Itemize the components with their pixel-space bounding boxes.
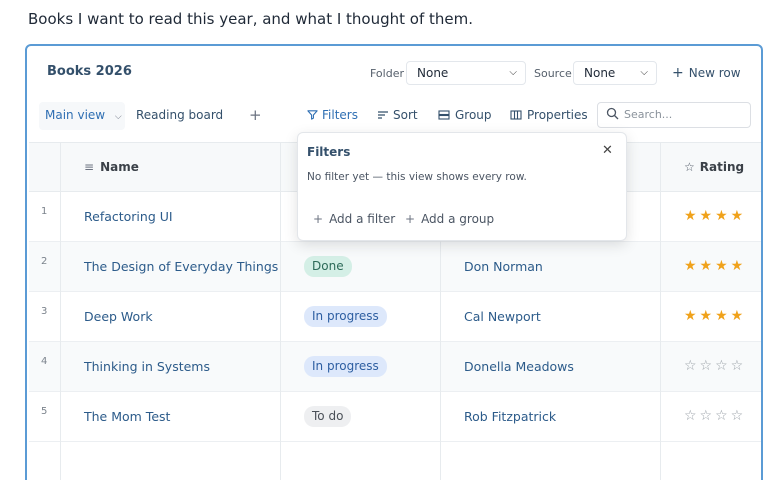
source-value: None	[584, 66, 616, 80]
table-row[interactable]: 2 The Design of Everyday Things Done Don…	[29, 242, 761, 292]
rating-stars[interactable]: ★★★★	[684, 208, 746, 224]
row-number: 2	[41, 256, 48, 267]
search-input[interactable]: Search...	[597, 102, 751, 128]
page-intro-text: Books I want to read this year, and what…	[28, 10, 474, 28]
add-group-label: Add a group	[421, 212, 495, 226]
column-rating-label: Rating	[699, 160, 745, 174]
text-property-icon: ≡	[84, 160, 95, 174]
search-icon	[606, 107, 619, 120]
book-author[interactable]: Don Norman	[464, 259, 543, 274]
filters-button[interactable]: Filters	[307, 108, 358, 122]
book-name[interactable]: The Design of Everyday Things	[84, 259, 278, 274]
folder-label: Folder	[370, 67, 404, 80]
group-button[interactable]: Group	[438, 108, 492, 122]
status-badge[interactable]: In progress	[304, 356, 387, 377]
column-header-name[interactable]: ≡ Name	[84, 160, 139, 174]
folder-select[interactable]: None ⌵	[406, 61, 526, 85]
source-select[interactable]: None ⌵	[573, 61, 657, 85]
book-name[interactable]: Deep Work	[84, 309, 153, 324]
sort-button[interactable]: Sort	[377, 108, 418, 122]
add-filter-label: Add a filter	[329, 212, 396, 226]
column-name-label: Name	[100, 160, 139, 174]
tab-main-view-label: Main view	[45, 108, 106, 122]
plus-icon: +	[405, 212, 416, 226]
plus-icon: +	[313, 212, 324, 226]
chevron-down-icon: ⌵	[640, 67, 648, 78]
column-divider	[280, 142, 281, 480]
group-label: Group	[455, 108, 492, 122]
book-author[interactable]: Donella Meadows	[464, 359, 574, 374]
view-toolbar: Main view ⌵ Reading board + Filters Sort…	[27, 98, 761, 134]
filters-label: Filters	[322, 108, 358, 122]
star-filled-icon: ★★★★	[684, 258, 747, 274]
row-number: 3	[41, 306, 48, 317]
group-icon	[438, 110, 450, 120]
book-name[interactable]: The Mom Test	[84, 409, 170, 424]
column-divider	[660, 142, 661, 480]
source-label: Source	[534, 67, 572, 80]
new-row-button[interactable]: + New row	[672, 65, 741, 81]
star-filled-icon: ★★★★	[684, 308, 747, 324]
status-badge[interactable]: Done	[304, 256, 352, 277]
tab-main-view[interactable]: Main view ⌵	[45, 108, 122, 122]
database-header: Books 2026 Folder None ⌵ Source None ⌵ +…	[27, 46, 761, 98]
properties-label: Properties	[527, 108, 588, 122]
columns-icon	[510, 110, 522, 120]
sort-label: Sort	[393, 108, 418, 122]
filters-popover-title: Filters	[307, 145, 351, 159]
column-divider	[60, 142, 61, 480]
table-row[interactable]: 3 Deep Work In progress Cal Newport ★★★★	[29, 292, 761, 342]
properties-button[interactable]: Properties	[510, 108, 588, 122]
sort-icon	[378, 111, 388, 119]
close-icon[interactable]: ✕	[602, 143, 613, 158]
rating-stars[interactable]: ☆☆☆☆	[684, 358, 746, 374]
add-group-button[interactable]: + Add a group	[405, 212, 494, 226]
empty-table-row[interactable]	[29, 442, 761, 480]
search-placeholder: Search...	[624, 108, 673, 121]
row-number: 5	[41, 406, 48, 417]
tab-reading-board[interactable]: Reading board	[136, 108, 223, 122]
new-row-label: New row	[688, 66, 741, 80]
add-view-button[interactable]: +	[249, 106, 262, 124]
filter-icon	[307, 110, 318, 120]
status-badge[interactable]: In progress	[304, 306, 387, 327]
table-row[interactable]: 4 Thinking in Systems In progress Donell…	[29, 342, 761, 392]
book-author[interactable]: Rob Fitzpatrick	[464, 409, 556, 424]
rating-stars[interactable]: ☆☆☆☆	[684, 408, 746, 424]
star-filled-icon: ★★★★	[684, 208, 747, 224]
filters-popover-description: No filter yet — this view shows every ro…	[307, 171, 527, 183]
chevron-down-icon: ⌵	[509, 67, 517, 78]
star-outline-icon: ☆☆☆☆	[684, 358, 747, 374]
star-outline-icon: ☆☆☆☆	[684, 408, 747, 424]
rating-stars[interactable]: ★★★★	[684, 308, 746, 324]
table-row[interactable]: 5 The Mom Test To do Rob Fitzpatrick ☆☆☆…	[29, 392, 761, 442]
column-header-rating[interactable]: ☆ Rating	[684, 160, 744, 174]
star-outline-icon: ☆	[684, 160, 695, 174]
rating-stars[interactable]: ★★★★	[684, 258, 746, 274]
row-number: 1	[41, 206, 48, 217]
chevron-down-icon: ⌵	[114, 112, 122, 122]
book-name[interactable]: Refactoring UI	[84, 209, 173, 224]
book-name[interactable]: Thinking in Systems	[84, 359, 210, 374]
filters-popover: Filters ✕ No filter yet — this view show…	[297, 132, 627, 241]
add-filter-button[interactable]: + Add a filter	[313, 212, 395, 226]
folder-value: None	[417, 66, 449, 80]
status-badge[interactable]: To do	[304, 406, 352, 427]
row-number: 4	[41, 356, 48, 367]
database-title[interactable]: Books 2026	[47, 64, 132, 79]
plus-icon: +	[672, 65, 684, 81]
book-author[interactable]: Cal Newport	[464, 309, 541, 324]
database-view: Books 2026 Folder None ⌵ Source None ⌵ +…	[25, 44, 763, 480]
